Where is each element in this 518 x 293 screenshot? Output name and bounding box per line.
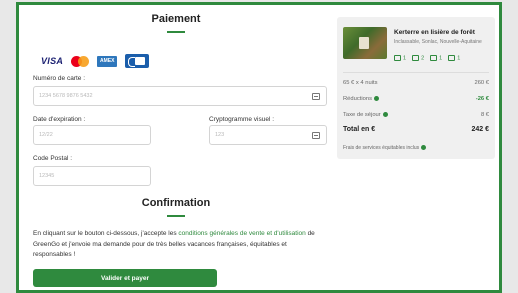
card-number-placeholder: 1234 5678 9876 5432 <box>39 93 93 99</box>
property-thumbnail <box>343 27 387 59</box>
confirmation-section: Confirmation <box>31 197 321 217</box>
property-name: Kerterre en lisière de forêt <box>394 29 475 36</box>
door-icon <box>430 55 438 61</box>
card-brands: VISA AMEX <box>41 54 150 68</box>
postal-label: Code Postal : <box>33 155 73 162</box>
terms-link[interactable]: conditions générales de vente et d'utili… <box>178 230 305 237</box>
discount-row: Réductions -26 € <box>343 96 489 103</box>
amenities: 1 2 1 1 <box>394 55 460 61</box>
payment-section: Paiement <box>31 13 321 33</box>
bath-icon <box>448 55 456 61</box>
title-underline <box>167 215 185 217</box>
card-icon <box>312 93 320 100</box>
title-underline <box>167 31 185 33</box>
amex-logo: AMEX <box>97 55 118 67</box>
info-icon[interactable] <box>374 96 380 101</box>
consent-text: En cliquant sur le bouton ci-dessous, j'… <box>33 229 318 261</box>
tax-row: Taxe de séjour 8 € <box>343 112 489 119</box>
booking-summary: Kerterre en lisière de forêt Inclassable… <box>337 17 495 159</box>
info-icon[interactable] <box>382 112 388 117</box>
consent-text-start: En cliquant sur le bouton ci-dessous, j'… <box>33 230 179 237</box>
confirmation-title: Confirmation <box>141 197 211 209</box>
cvv-field[interactable]: 123 <box>209 125 327 145</box>
total-row: Total en €242 € <box>343 126 489 133</box>
divider <box>343 72 489 73</box>
card-icon <box>312 132 320 139</box>
expiry-label: Date d'expiration : <box>33 116 86 123</box>
amenity-bath: 1 <box>448 55 460 61</box>
people-icon <box>412 55 420 61</box>
submit-payment-button[interactable]: Valider et payer <box>33 269 217 287</box>
fees-note: Frais de services équitables inclus <box>343 145 427 151</box>
card-number-label: Numéro de carte : <box>33 75 86 82</box>
nights-row: 65 € x 4 nuits 260 € <box>343 80 489 86</box>
card-number-field[interactable]: 1234 5678 9876 5432 <box>33 86 327 106</box>
bed-icon <box>394 55 401 61</box>
property-location: Inclassable, Sonlac, Nouvelle-Aquitaine <box>394 39 482 45</box>
info-icon[interactable] <box>421 145 427 151</box>
payment-title: Paiement <box>151 13 201 25</box>
amenity-beds: 1 <box>394 55 406 61</box>
amenity-rooms: 1 <box>430 55 442 61</box>
expiry-placeholder: 12/22 <box>39 132 53 138</box>
postal-placeholder: 12345 <box>39 173 55 179</box>
expiry-field[interactable]: 12/22 <box>33 125 151 145</box>
amenity-guests: 2 <box>412 55 424 61</box>
cvv-placeholder: 123 <box>215 132 225 138</box>
cb-logo <box>125 54 150 68</box>
mastercard-logo <box>71 55 90 67</box>
checkout-frame: Paiement VISA AMEX Numéro de carte : 123… <box>16 2 502 293</box>
cvv-label: Cryptogramme visuel : <box>209 116 275 123</box>
visa-logo: VISA <box>41 56 64 66</box>
postal-field[interactable]: 12345 <box>33 166 151 186</box>
